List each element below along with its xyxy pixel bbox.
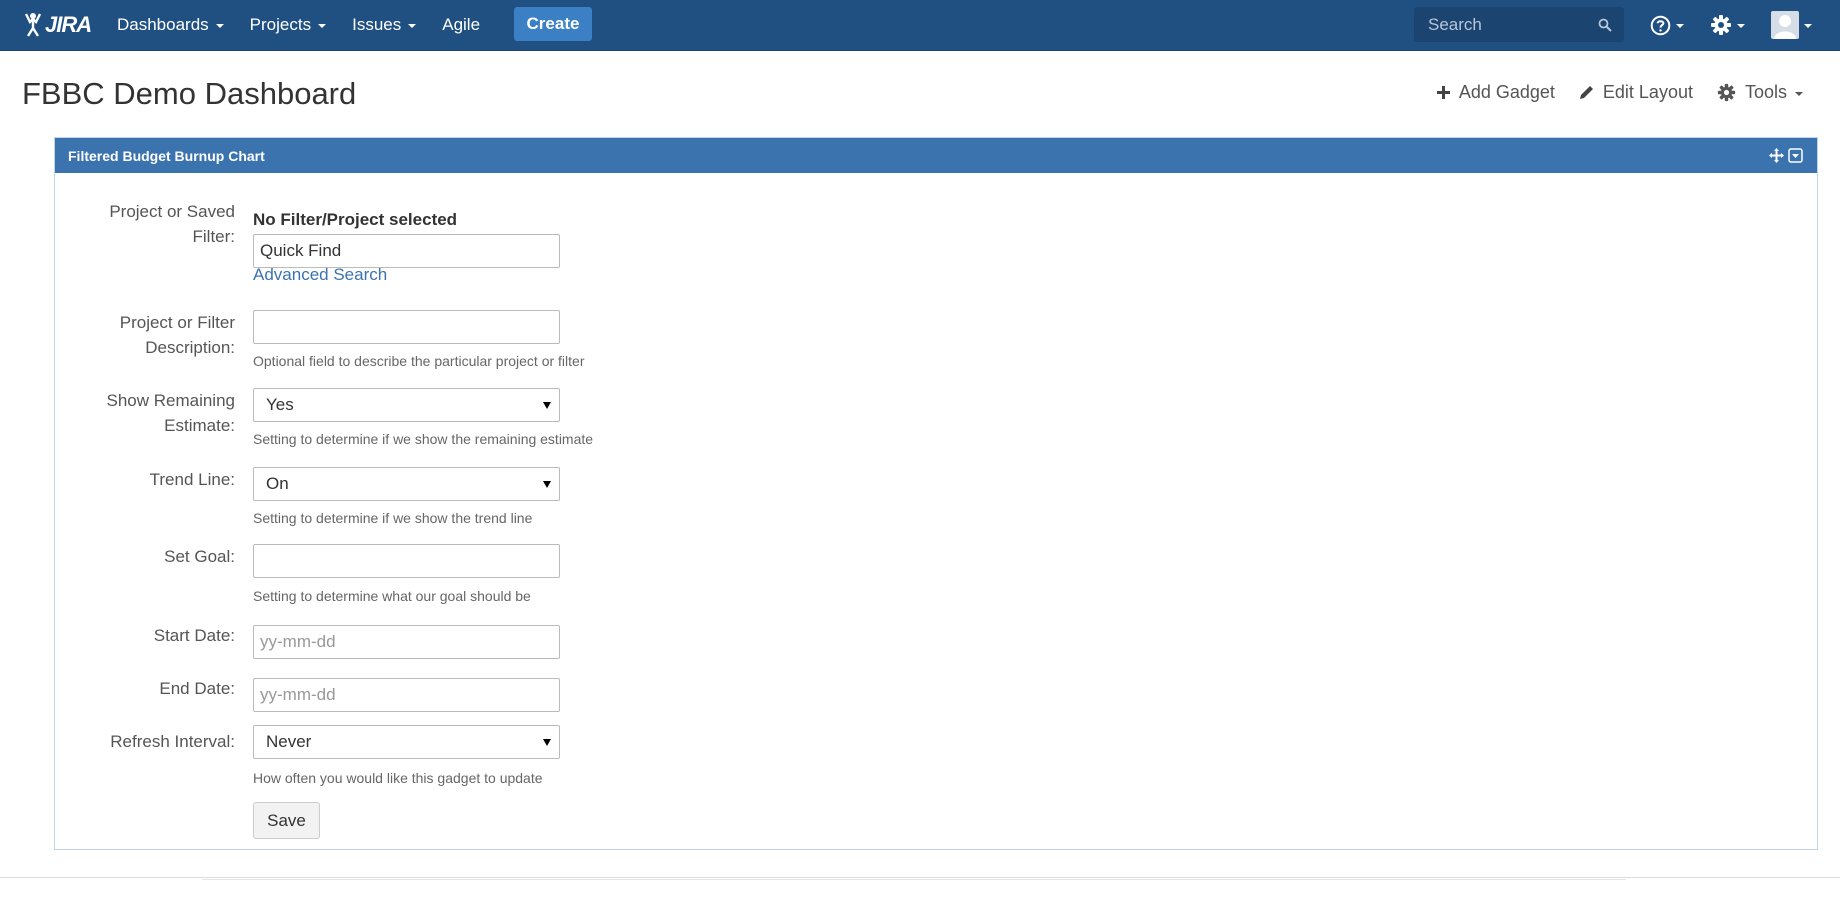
nav-dashboards[interactable]: Dashboards [117, 15, 224, 35]
refresh-interval-select[interactable]: Never [253, 725, 560, 759]
move-icon[interactable] [1769, 148, 1784, 163]
tools-menu-button[interactable]: Tools [1717, 82, 1803, 103]
jira-logo-icon [24, 13, 42, 37]
nav-dashboards-label: Dashboards [117, 15, 209, 34]
end-date-input[interactable] [253, 678, 560, 712]
dropdown-arrow-icon [543, 481, 551, 488]
chevron-down-icon [1737, 24, 1745, 28]
nav-agile-label: Agile [442, 15, 481, 34]
trend-line-help-text: Setting to determine if we show the tren… [253, 510, 533, 526]
trend-line-value: On [266, 474, 289, 493]
chevron-down-icon [1676, 24, 1684, 28]
add-gadget-button[interactable]: Add Gadget [1436, 82, 1555, 103]
help-menu[interactable] [1650, 12, 1684, 38]
remaining-estimate-label-line2: Estimate: [164, 416, 235, 435]
logo-text: JIRA [45, 12, 92, 37]
plus-icon [1436, 86, 1450, 99]
add-gadget-label: Add Gadget [1458, 82, 1555, 102]
top-navigation-bar: JIRA Dashboards Projects Issues Agile Cr… [0, 0, 1840, 51]
gear-icon [1717, 83, 1736, 102]
remaining-estimate-label: Show Remaining Estimate: [55, 388, 235, 438]
advanced-search-link[interactable]: Advanced Search [253, 265, 387, 285]
page-title: FBBC Demo Dashboard [22, 76, 357, 111]
nav-agile[interactable]: Agile [442, 15, 480, 35]
user-avatar-icon [1771, 11, 1799, 39]
gadget-menu-icon[interactable] [1788, 148, 1803, 163]
dashboard-tools: Add Gadget Edit Layout Tools [1413, 82, 1803, 103]
chevron-down-icon [1795, 91, 1803, 96]
gadget-header[interactable]: Filtered Budget Burnup Chart [55, 138, 1817, 173]
jira-logo[interactable]: JIRA [22, 10, 92, 40]
description-help-text: Optional field to describe the particula… [253, 353, 585, 369]
gadget-header-controls [1765, 148, 1803, 163]
set-goal-label: Set Goal: [164, 547, 235, 566]
chevron-down-icon [408, 24, 417, 28]
nav-issues[interactable]: Issues [352, 15, 417, 35]
nav-issues-label: Issues [352, 15, 402, 34]
refresh-interval-value: Never [266, 732, 312, 751]
trend-line-select[interactable]: On [253, 467, 560, 501]
gadget-panel: Filtered Budget Burnup Chart Project or … [54, 137, 1818, 850]
project-filter-label: Project or Saved Filter: [55, 199, 235, 249]
chevron-down-icon [215, 24, 224, 28]
remaining-estimate-label-line1: Show Remaining [106, 391, 235, 410]
remaining-estimate-help-text: Setting to determine if we show the rema… [253, 431, 594, 447]
footer-divider-inner [202, 879, 1626, 880]
nav-projects[interactable]: Projects [249, 15, 327, 35]
refresh-interval-label: Refresh Interval: [110, 732, 235, 751]
edit-layout-button[interactable]: Edit Layout [1579, 82, 1693, 103]
end-date-label: End Date: [159, 679, 235, 698]
admin-menu[interactable] [1710, 12, 1745, 38]
footer-divider [0, 877, 1840, 878]
description-input[interactable] [253, 310, 560, 344]
edit-layout-label: Edit Layout [1602, 82, 1693, 102]
pencil-icon [1579, 86, 1593, 99]
user-menu[interactable] [1771, 11, 1812, 39]
create-button[interactable]: Create [514, 7, 592, 41]
remaining-estimate-value: Yes [266, 395, 294, 414]
description-label: Project or Filter Description: [55, 310, 235, 360]
chevron-down-icon [1804, 24, 1812, 28]
search-icon[interactable] [1598, 18, 1612, 32]
description-label-line1: Project or Filter [119, 313, 235, 332]
nav-projects-label: Projects [249, 15, 312, 34]
project-filter-label-line2: Filter: [192, 227, 236, 246]
set-goal-input[interactable] [253, 544, 560, 578]
trend-line-label: Trend Line: [149, 470, 235, 489]
tools-label: Tools [1744, 82, 1787, 102]
chevron-down-icon [318, 24, 327, 28]
refresh-interval-help-text: How often you would like this gadget to … [253, 770, 543, 786]
search-input[interactable] [1426, 13, 1600, 36]
start-date-input[interactable] [253, 625, 560, 659]
save-button[interactable]: Save [253, 802, 320, 839]
project-filter-label-line1: Project or Saved [109, 202, 235, 221]
remaining-estimate-select[interactable]: Yes [253, 388, 560, 422]
main-nav: Dashboards Projects Issues Agile [117, 0, 506, 50]
quick-find-input[interactable] [253, 234, 560, 268]
dropdown-arrow-icon [543, 739, 551, 746]
help-icon [1650, 15, 1671, 35]
description-label-line2: Description: [145, 338, 235, 357]
set-goal-help-text: Setting to determine what our goal shoul… [253, 588, 531, 604]
start-date-label: Start Date: [153, 626, 235, 645]
search-box [1414, 7, 1624, 42]
selected-filter-value: No Filter/Project selected [253, 210, 458, 229]
gear-icon [1711, 15, 1731, 35]
dropdown-arrow-icon [543, 402, 551, 409]
gadget-title: Filtered Budget Burnup Chart [68, 147, 265, 164]
